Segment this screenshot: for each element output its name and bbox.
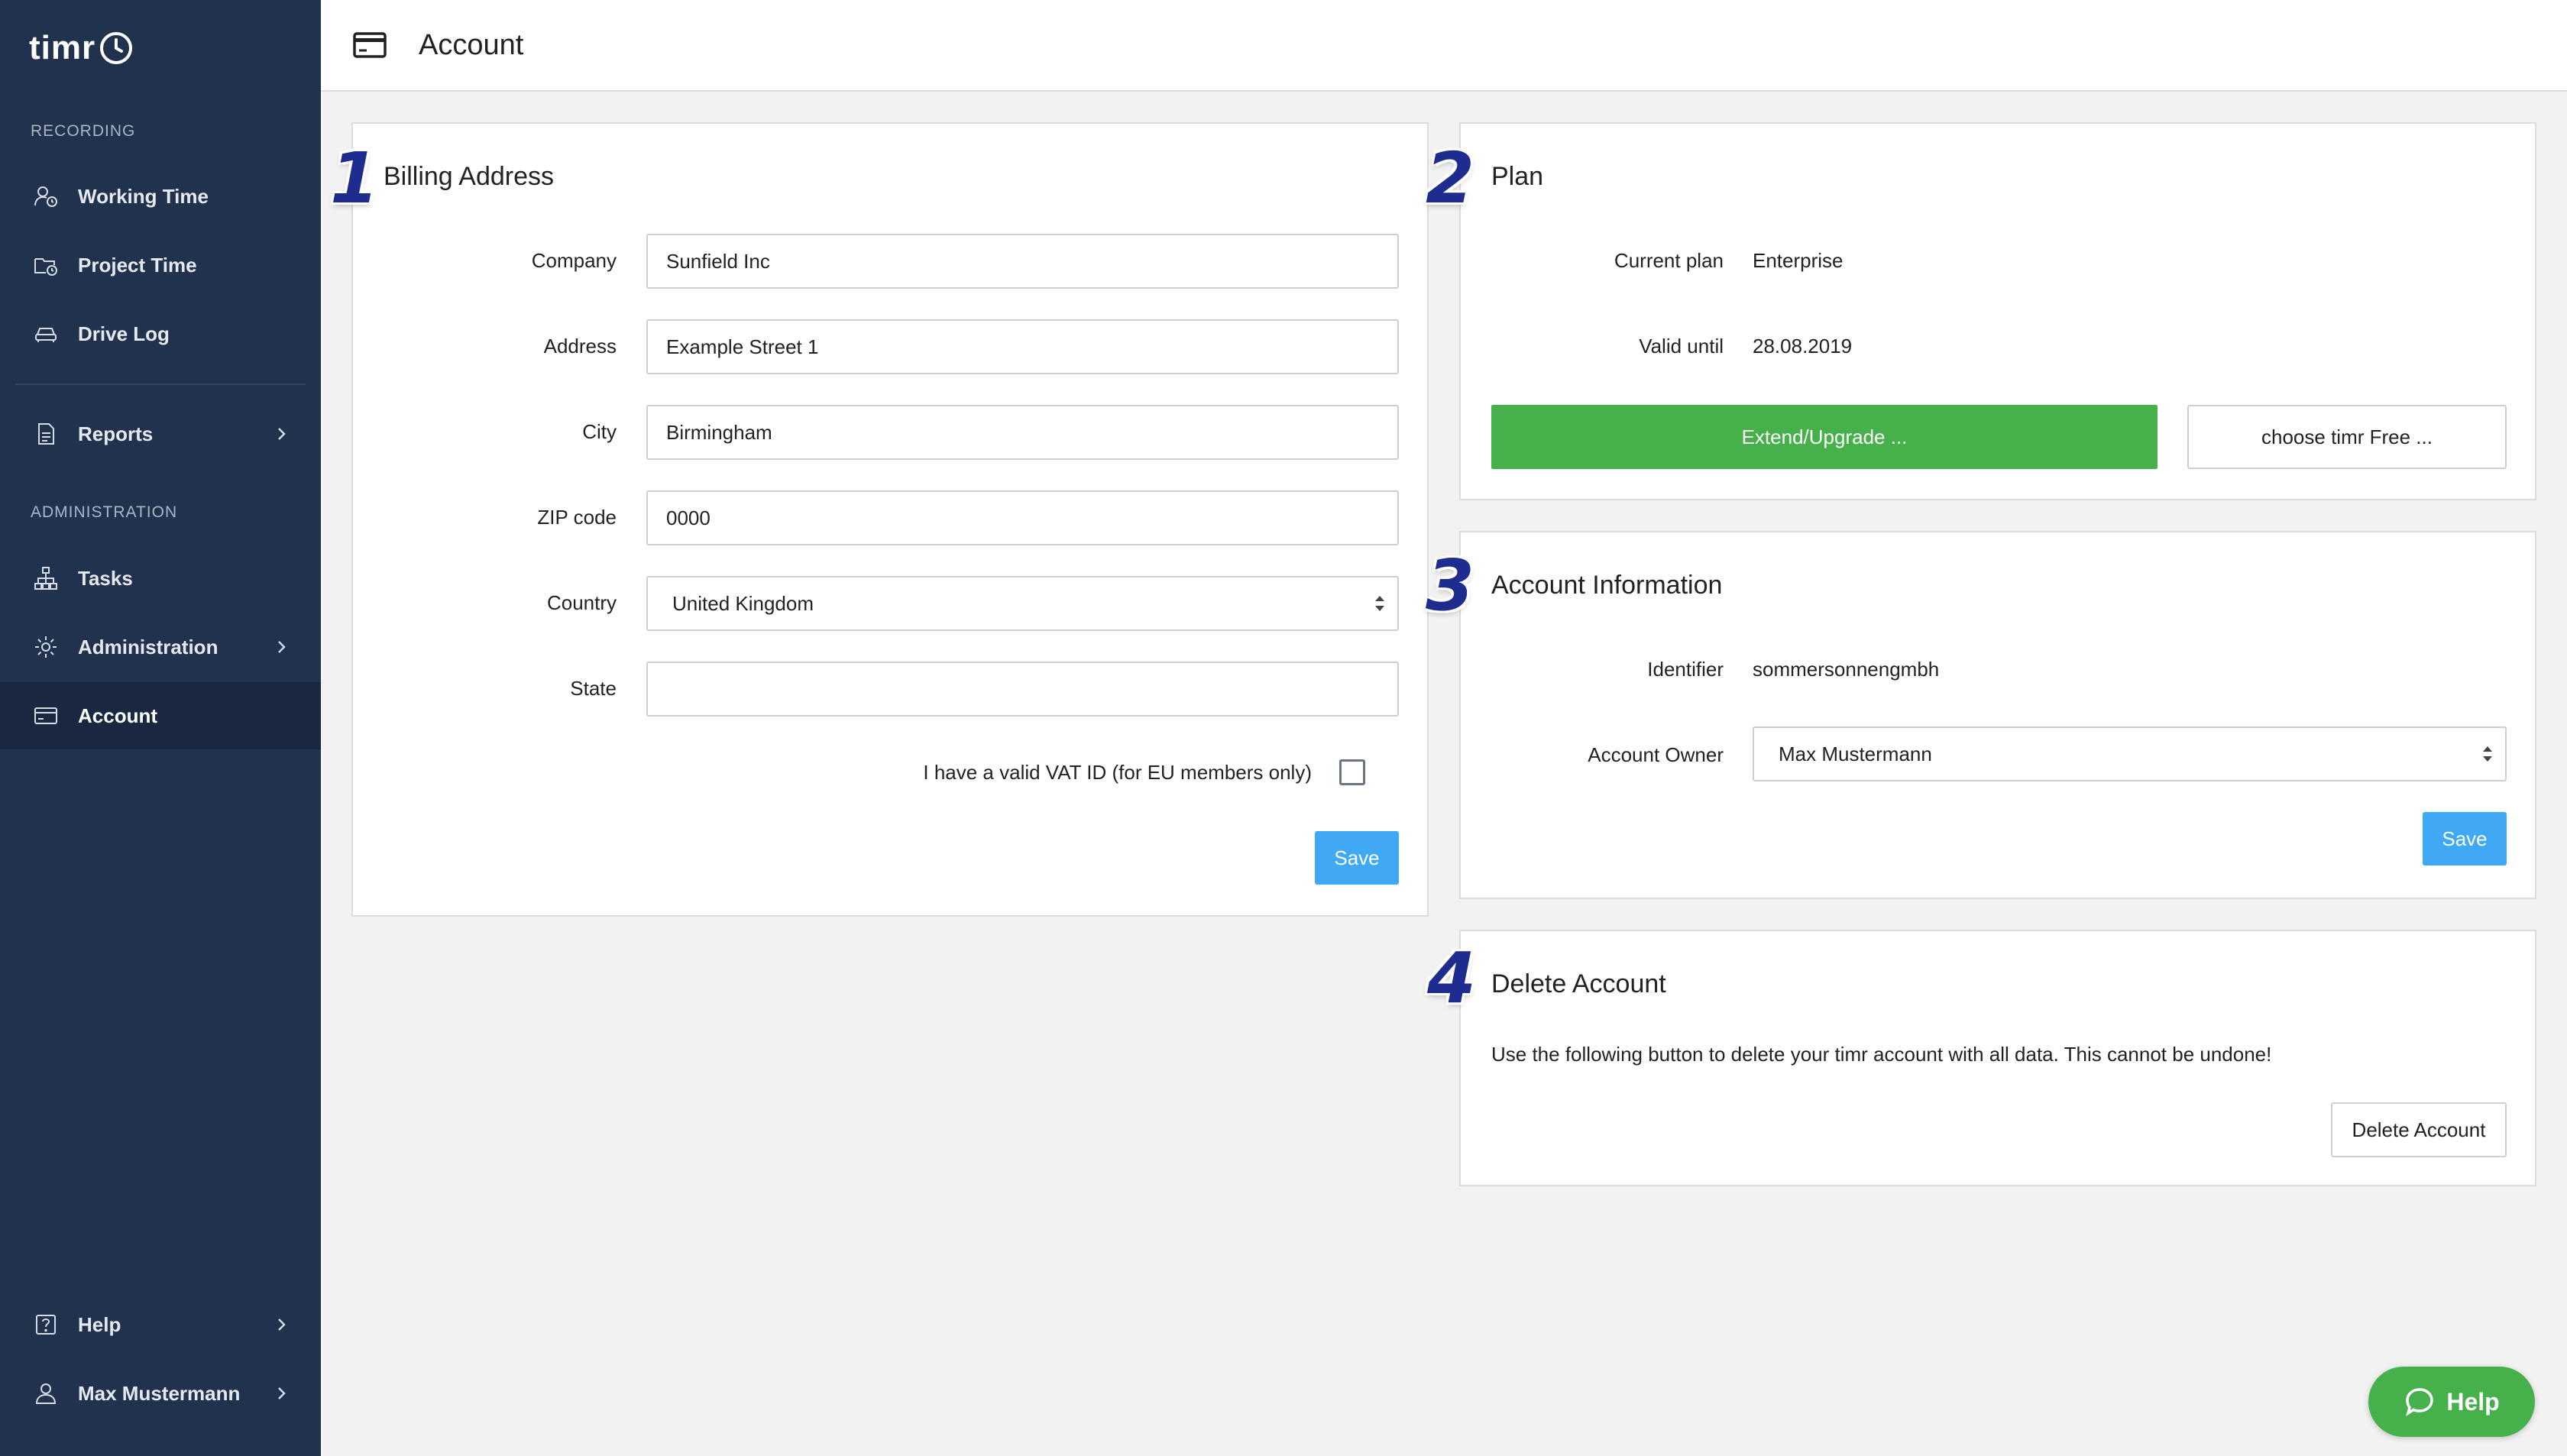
step-number-1: 1 bbox=[330, 138, 380, 219]
delete-account-panel: Delete Account Use the following button … bbox=[1459, 930, 2536, 1186]
billing-address-panel: Billing Address Company Sunfield Inc Add… bbox=[351, 122, 1429, 917]
gear-icon bbox=[31, 632, 61, 662]
city-label: City bbox=[582, 420, 617, 443]
account-owner-label: Account Owner bbox=[1588, 743, 1724, 766]
sidebar-item-administration[interactable]: Administration bbox=[0, 613, 321, 681]
account-owner-selected-value: Max Mustermann bbox=[1779, 742, 1932, 765]
sidebar-divider bbox=[15, 383, 306, 385]
zip-label: ZIP code bbox=[537, 506, 617, 529]
vat-id-checkbox[interactable] bbox=[1339, 759, 1365, 785]
account-information-panel: Account Information Identifier sommerson… bbox=[1459, 531, 2536, 899]
delete-account-title: Delete Account bbox=[1491, 969, 1666, 998]
help-chat-label: Help bbox=[2446, 1387, 2500, 1416]
sidebar-item-label: Reports bbox=[78, 422, 154, 445]
sidebar-item-label: Max Mustermann bbox=[78, 1381, 241, 1405]
plan-panel: Plan Current plan Enterprise Valid until… bbox=[1459, 122, 2536, 500]
sidebar-item-project-time[interactable]: Project Time bbox=[0, 231, 321, 299]
extend-upgrade-button[interactable]: Extend/Upgrade ... bbox=[1491, 405, 2158, 469]
logo-clock-icon bbox=[100, 32, 133, 64]
step-number-2: 2 bbox=[1426, 138, 1475, 219]
city-input[interactable]: Birmingham bbox=[646, 405, 1399, 460]
state-label: State bbox=[570, 677, 617, 700]
sidebar-item-tasks[interactable]: Tasks bbox=[0, 545, 321, 612]
sidebar-item-label: Tasks bbox=[78, 566, 133, 590]
choose-free-button[interactable]: choose timr Free ... bbox=[2187, 405, 2507, 469]
identifier-label: Identifier bbox=[1647, 658, 1724, 681]
address-input[interactable]: Example Street 1 bbox=[646, 319, 1399, 374]
billing-address-title: Billing Address bbox=[384, 162, 555, 191]
sidebar-item-drive-log[interactable]: Drive Log bbox=[0, 300, 321, 367]
question-icon bbox=[31, 1309, 61, 1340]
credit-card-icon bbox=[351, 27, 388, 63]
step-number-3: 3 bbox=[1426, 545, 1475, 626]
valid-until-label: Valid until bbox=[1639, 335, 1724, 358]
billing-save-button[interactable]: Save bbox=[1315, 831, 1399, 885]
sidebar-item-label: Project Time bbox=[78, 253, 197, 277]
chat-bubble-icon bbox=[2406, 1388, 2434, 1416]
delete-account-button[interactable]: Delete Account bbox=[2331, 1102, 2507, 1157]
sidebar-item-user[interactable]: Max Mustermann bbox=[0, 1360, 321, 1427]
sidebar-item-label: Help bbox=[78, 1312, 121, 1336]
page-title: Account bbox=[419, 28, 524, 61]
user-clock-icon bbox=[31, 181, 61, 212]
sidebar-item-label: Administration bbox=[78, 635, 219, 658]
sidebar-item-account[interactable]: Account bbox=[0, 682, 321, 749]
timr-logo[interactable]: timr bbox=[29, 29, 135, 67]
plan-title: Plan bbox=[1491, 162, 1544, 191]
user-icon bbox=[31, 1378, 61, 1409]
current-plan-label: Current plan bbox=[1614, 249, 1724, 272]
top-bar: Account bbox=[321, 0, 2567, 92]
sidebar: timr RECORDING Working Time Project Time… bbox=[0, 0, 321, 1456]
vat-id-label: I have a valid VAT ID (for EU members on… bbox=[923, 761, 1312, 784]
company-label: Company bbox=[531, 249, 617, 272]
valid-until-value: 28.08.2019 bbox=[1753, 335, 1853, 358]
country-label: Country bbox=[546, 591, 617, 614]
section-label-administration: ADMINISTRATION bbox=[31, 503, 178, 521]
hierarchy-icon bbox=[31, 563, 61, 594]
address-label: Address bbox=[543, 335, 617, 358]
step-number-4: 4 bbox=[1427, 937, 1477, 1019]
logo-text: timr bbox=[29, 29, 96, 66]
credit-card-icon bbox=[31, 700, 61, 731]
sidebar-item-label: Drive Log bbox=[78, 322, 170, 345]
document-icon bbox=[31, 419, 61, 449]
delete-account-description: Use the following button to delete your … bbox=[1491, 1043, 2272, 1066]
sidebar-item-working-time[interactable]: Working Time bbox=[0, 163, 321, 230]
account-owner-select[interactable]: Max Mustermann bbox=[1753, 726, 2507, 781]
sidebar-item-label: Working Time bbox=[78, 184, 209, 208]
identifier-value: sommersonnengmbh bbox=[1753, 658, 1940, 681]
current-plan-value: Enterprise bbox=[1753, 249, 1844, 272]
account-save-button[interactable]: Save bbox=[2423, 812, 2507, 866]
account-information-title: Account Information bbox=[1491, 571, 1723, 600]
sidebar-item-reports[interactable]: Reports bbox=[0, 400, 321, 468]
chevron-right-icon bbox=[272, 425, 290, 443]
car-icon bbox=[31, 319, 61, 349]
chevron-right-icon bbox=[272, 1315, 290, 1334]
state-input[interactable] bbox=[646, 662, 1399, 717]
help-chat-button[interactable]: Help bbox=[2368, 1367, 2535, 1437]
sidebar-item-help[interactable]: Help bbox=[0, 1291, 321, 1358]
zip-input[interactable]: 0000 bbox=[646, 490, 1399, 545]
company-input[interactable]: Sunfield Inc bbox=[646, 234, 1399, 289]
chevron-right-icon bbox=[272, 638, 290, 656]
country-select[interactable]: United Kingdom bbox=[646, 576, 1399, 631]
select-arrows-icon bbox=[2481, 743, 2494, 765]
chevron-right-icon bbox=[272, 1384, 290, 1403]
sidebar-item-label: Account bbox=[78, 704, 157, 727]
section-label-recording: RECORDING bbox=[31, 122, 136, 140]
select-arrows-icon bbox=[1373, 592, 1387, 615]
folder-clock-icon bbox=[31, 250, 61, 280]
country-selected-value: United Kingdom bbox=[672, 591, 814, 615]
